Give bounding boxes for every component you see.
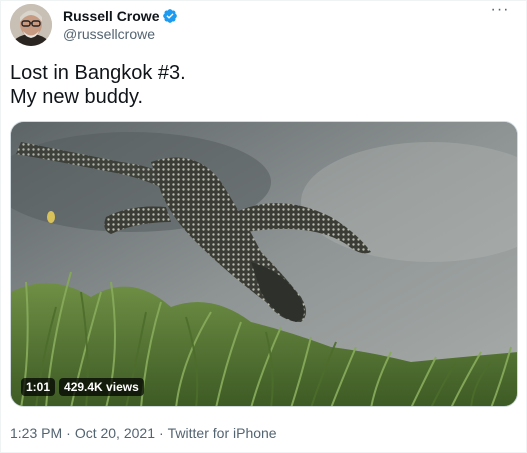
tweet-date[interactable]: Oct 20, 2021: [75, 425, 155, 441]
footer-separator-2: ·: [158, 425, 164, 441]
tweet-source[interactable]: Twitter for iPhone: [168, 425, 277, 441]
footer-separator-1: ·: [66, 425, 71, 441]
user-handle[interactable]: @russellcrowe: [63, 26, 155, 42]
tweet-text-line-1: Lost in Bangkok #3.: [10, 62, 186, 84]
video-duration: 1:01: [21, 378, 56, 396]
tweet-time[interactable]: 1:23 PM: [10, 425, 62, 441]
video-thumbnail: [11, 122, 517, 406]
more-options-icon[interactable]: ···: [488, 2, 512, 21]
tweet-card: Russell Crowe @russellcrowe ··· Lost in …: [0, 0, 527, 453]
author-name-row[interactable]: Russell Crowe: [63, 7, 178, 25]
avatar[interactable]: [10, 4, 52, 46]
avatar-image: [10, 4, 52, 46]
video-metadata: 1:01 429.4K views: [21, 378, 144, 396]
tweet-footer: 1:23 PM · Oct 20, 2021 · Twitter for iPh…: [10, 425, 277, 441]
tweet-text: Lost in Bangkok #3. My new buddy.: [10, 61, 186, 109]
tweet-text-line-2: My new buddy.: [10, 86, 144, 108]
video-views: 429.4K views: [59, 378, 144, 396]
verified-badge-icon: [162, 8, 178, 24]
video-player[interactable]: 1:01 429.4K views: [10, 121, 518, 407]
display-name[interactable]: Russell Crowe: [63, 8, 159, 24]
